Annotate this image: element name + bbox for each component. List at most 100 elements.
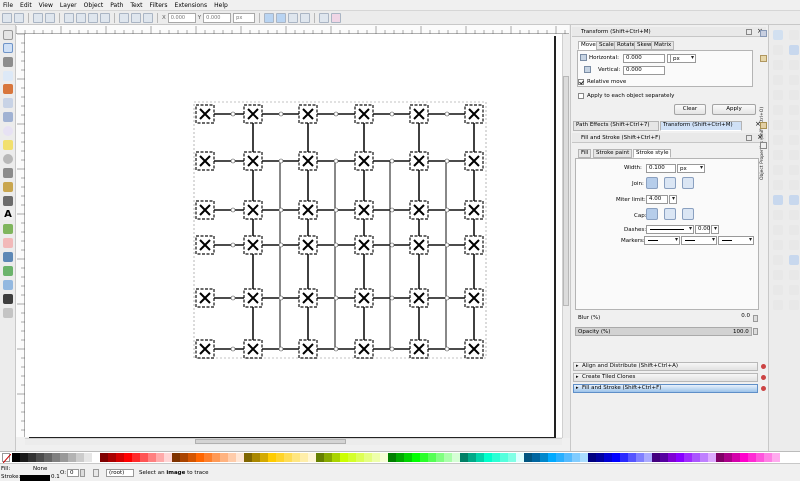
menu-file[interactable]: File (3, 0, 13, 11)
3d-box-tool-icon[interactable] (3, 112, 13, 122)
path-node-cluster[interactable] (464, 200, 484, 220)
raise-to-top-icon[interactable] (64, 12, 74, 23)
snap-bbox-edge-icon[interactable] (773, 60, 783, 70)
color-swatch[interactable] (636, 453, 644, 462)
color-swatch[interactable] (660, 453, 668, 462)
color-palette[interactable] (0, 451, 800, 463)
command-zoom-page-icon[interactable] (789, 225, 799, 235)
midpoint-node[interactable] (230, 242, 236, 248)
blur-value[interactable]: 0.0 (575, 313, 752, 322)
color-swatch[interactable] (124, 453, 132, 462)
snap-smooth-icon[interactable] (773, 180, 783, 190)
path-node-cluster[interactable] (464, 235, 484, 255)
color-swatch[interactable] (84, 453, 92, 462)
tab-matrix[interactable]: Matrix (651, 41, 675, 50)
color-swatch[interactable] (532, 453, 540, 462)
spiral-tool-icon[interactable] (3, 154, 13, 164)
color-swatch[interactable] (604, 453, 612, 462)
end-marker-dropdown[interactable] (718, 236, 754, 245)
unit-dropdown[interactable]: px (670, 54, 696, 63)
midpoint-node[interactable] (389, 242, 395, 248)
color-swatch[interactable] (428, 453, 436, 462)
snap-bbox-icon[interactable] (773, 45, 783, 55)
color-swatch[interactable] (436, 453, 444, 462)
path-node-cluster[interactable] (298, 288, 318, 308)
transform-panel-title[interactable]: Transform (Shift+Ctrl+M) (572, 27, 766, 37)
rotate-cw-icon[interactable] (14, 12, 24, 23)
color-swatch[interactable] (100, 453, 108, 462)
color-swatch[interactable] (380, 453, 388, 462)
text-tool-icon[interactable]: A (3, 210, 13, 220)
vertical-scroll-thumb[interactable] (563, 76, 569, 306)
transform-gradients-icon[interactable] (288, 12, 299, 23)
width-unit-dropdown[interactable]: px (677, 164, 705, 173)
color-swatch[interactable] (652, 453, 660, 462)
transform-patterns-icon[interactable] (300, 12, 311, 23)
path-node-cluster[interactable] (464, 339, 484, 359)
horizontal-scroll-thumb[interactable] (195, 439, 346, 444)
command-copy-icon[interactable] (789, 150, 799, 160)
path-node-cluster[interactable] (409, 104, 429, 124)
stroke-width-value[interactable]: 0.1 (51, 474, 60, 481)
path-node-cluster[interactable] (298, 200, 318, 220)
restore-icon[interactable] (746, 135, 752, 141)
menu-object[interactable]: Object (84, 0, 104, 11)
command-unlink-clone-icon[interactable] (789, 270, 799, 280)
command-export-icon[interactable] (789, 105, 799, 115)
butt-cap-icon[interactable] (646, 208, 658, 220)
midpoint-node[interactable] (389, 158, 395, 164)
color-swatch[interactable] (60, 453, 68, 462)
color-swatch[interactable] (132, 453, 140, 462)
color-swatch[interactable] (644, 453, 652, 462)
color-swatch[interactable] (332, 453, 340, 462)
dock-object-icon[interactable] (760, 30, 767, 37)
lower-icon[interactable] (88, 12, 98, 23)
tab-fill[interactable]: Fill (578, 149, 592, 158)
snap-nodes-icon[interactable] (773, 120, 783, 130)
close-icon[interactable] (761, 364, 766, 369)
menu-extensions[interactable]: Extensions (175, 0, 208, 11)
eraser-tool-icon[interactable] (3, 238, 13, 248)
pencil-tool-icon[interactable] (3, 168, 13, 178)
snap-text-baseline-icon[interactable] (773, 240, 783, 250)
mid-marker-dropdown[interactable] (681, 236, 717, 245)
mesh-tool-icon[interactable] (3, 280, 13, 290)
path-node-cluster[interactable] (354, 200, 374, 220)
midpoint-node[interactable] (444, 111, 450, 117)
midpoint-node[interactable] (230, 111, 236, 117)
midpoint-node[interactable] (389, 346, 395, 352)
snap-midpoint-icon[interactable] (773, 195, 783, 205)
star-tool-icon[interactable] (3, 140, 13, 150)
color-swatch[interactable] (44, 453, 52, 462)
midpoint-node[interactable] (333, 346, 339, 352)
color-swatch[interactable] (52, 453, 60, 462)
color-swatch[interactable] (756, 453, 764, 462)
color-swatch[interactable] (348, 453, 356, 462)
path-node-cluster[interactable] (243, 235, 263, 255)
select-all-layers-icon[interactable] (131, 12, 141, 23)
color-swatch[interactable] (612, 453, 620, 462)
path-node-cluster[interactable] (409, 288, 429, 308)
midpoint-node[interactable] (278, 295, 284, 301)
color-swatch[interactable] (260, 453, 268, 462)
color-swatch[interactable] (204, 453, 212, 462)
clear-button[interactable]: Clear (674, 104, 706, 115)
color-swatch[interactable] (556, 453, 564, 462)
color-swatch[interactable] (396, 453, 404, 462)
paint-bucket-tool-icon[interactable] (3, 252, 13, 262)
miter-join-icon[interactable] (646, 177, 658, 189)
color-swatch[interactable] (572, 453, 580, 462)
path-node-cluster[interactable] (195, 151, 215, 171)
scale-corners-icon[interactable] (276, 12, 287, 23)
color-swatch[interactable] (452, 453, 460, 462)
midpoint-node[interactable] (444, 295, 450, 301)
dropper-tool-icon[interactable] (3, 294, 13, 304)
color-swatch[interactable] (732, 453, 740, 462)
color-swatch[interactable] (724, 453, 732, 462)
layer-visibility-icon[interactable] (93, 469, 99, 477)
menu-view[interactable]: View (39, 0, 53, 11)
command-paste-icon[interactable] (789, 180, 799, 190)
midpoint-node[interactable] (333, 207, 339, 213)
color-swatch[interactable] (292, 453, 300, 462)
color-swatch[interactable] (148, 453, 156, 462)
